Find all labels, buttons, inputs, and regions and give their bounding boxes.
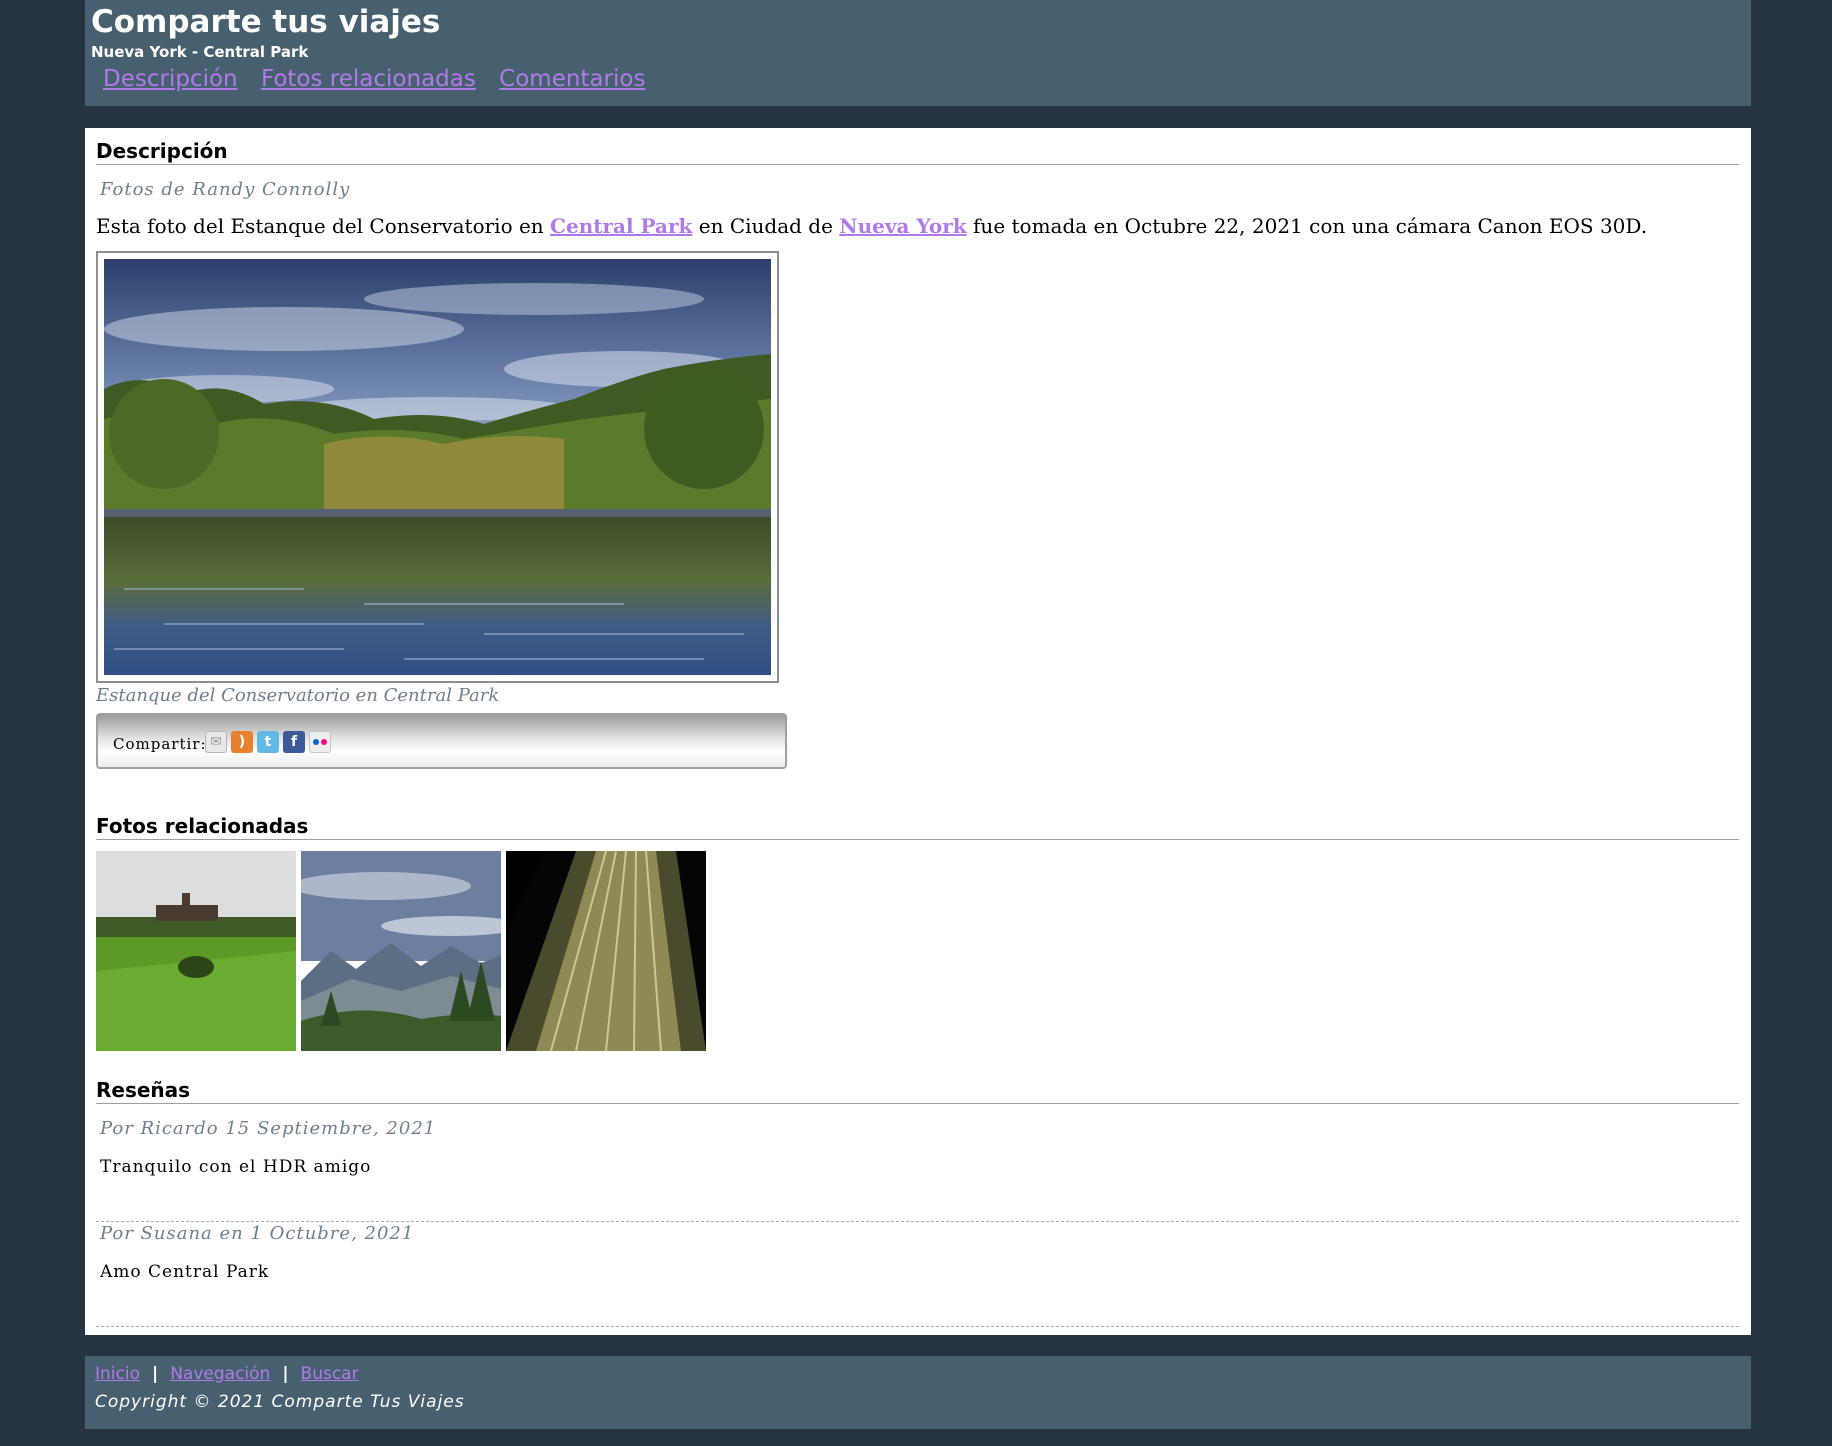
- footer-nav: Inicio | Navegación | Buscar: [95, 1364, 359, 1384]
- skyscraper-image: [506, 851, 706, 1051]
- facebook-icon[interactable]: f: [283, 731, 305, 753]
- photo-description: Esta foto del Estanque del Conservatorio…: [96, 214, 1647, 238]
- main-photo: [96, 251, 779, 683]
- email-icon[interactable]: ✉: [205, 731, 227, 753]
- photo-byline: Fotos de Randy Connolly: [100, 179, 351, 200]
- related-photo-mountains[interactable]: [301, 851, 501, 1051]
- photo-caption: Estanque del Conservatorio en Central Pa…: [96, 685, 500, 706]
- related-photos: [96, 851, 711, 1051]
- field-with-barn-image: [96, 851, 296, 1051]
- top-nav: Descripción Fotos relacionadas Comentari…: [103, 66, 661, 92]
- flickr-dots: [313, 739, 327, 745]
- nav-link-fotos-relacionadas[interactable]: Fotos relacionadas: [261, 66, 476, 92]
- review-author: Por Susana en 1 Octubre, 2021: [100, 1223, 415, 1244]
- pond-landscape-image: [104, 259, 771, 675]
- link-central-park[interactable]: Central Park: [550, 214, 692, 238]
- main-content: Descripción Fotos de Randy Connolly Esta…: [85, 128, 1751, 1335]
- twitter-icon[interactable]: t: [257, 731, 279, 753]
- site-subtitle: Nueva York - Central Park: [91, 43, 309, 61]
- review-text: Amo Central Park: [100, 1262, 270, 1282]
- footer-link-buscar[interactable]: Buscar: [301, 1364, 359, 1384]
- share-label: Compartir:: [113, 735, 207, 753]
- related-photo-field[interactable]: [96, 851, 296, 1051]
- link-nueva-york[interactable]: Nueva York: [839, 214, 966, 238]
- nav-link-descripcion[interactable]: Descripción: [103, 66, 238, 92]
- share-bar: Compartir: ✉ ) t f: [96, 713, 787, 769]
- review-author: Por Ricardo 15 Septiembre, 2021: [100, 1118, 437, 1139]
- section-heading-descripcion: Descripción: [96, 139, 1739, 165]
- review-item: Por Ricardo 15 Septiembre, 2021 Tranquil…: [96, 1117, 1739, 1222]
- copyright-text: Copyright © 2021 Comparte Tus Viajes: [95, 1392, 465, 1412]
- flickr-icon[interactable]: [309, 731, 331, 753]
- site-footer: Inicio | Navegación | Buscar Copyright © 202…: [85, 1356, 1751, 1429]
- share-icons: ✉ ) t f: [205, 731, 335, 753]
- description-text-end: fue tomada en Octubre 22, 2021 con una c…: [966, 214, 1648, 238]
- review-item: Por Susana en 1 Octubre, 2021 Amo Centra…: [96, 1222, 1739, 1327]
- footer-link-navegacion[interactable]: Navegación: [170, 1364, 270, 1384]
- description-text-start: Esta foto del Estanque del Conservatorio…: [96, 214, 551, 238]
- review-text: Tranquilo con el HDR amigo: [100, 1157, 372, 1177]
- description-text-middle: en Ciudad de: [692, 214, 840, 238]
- mountain-valley-image: [301, 851, 501, 1051]
- section-heading-resenas: Reseñas: [96, 1078, 1739, 1104]
- related-photo-skyscraper[interactable]: [506, 851, 706, 1051]
- nav-link-comentarios[interactable]: Comentarios: [499, 66, 645, 92]
- footer-separator: |: [282, 1364, 289, 1384]
- rss-icon[interactable]: ): [231, 731, 253, 753]
- footer-link-inicio[interactable]: Inicio: [95, 1364, 140, 1384]
- site-title: Comparte tus viajes: [91, 4, 441, 40]
- section-heading-fotos-relacionadas: Fotos relacionadas: [96, 814, 1739, 840]
- footer-separator: |: [151, 1364, 159, 1384]
- site-header: Comparte tus viajes Nueva York - Central…: [85, 0, 1751, 106]
